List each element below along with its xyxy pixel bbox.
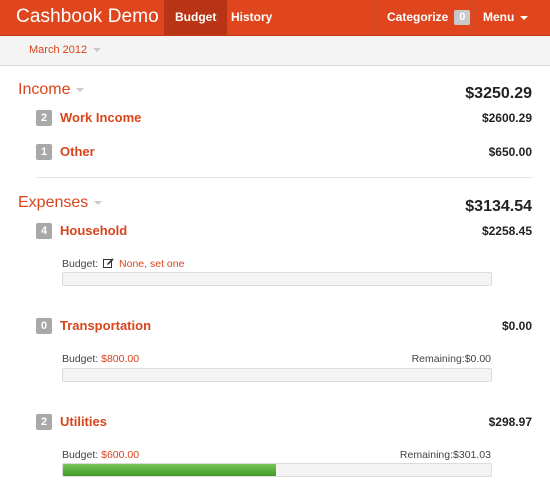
edit-icon[interactable] xyxy=(103,258,114,269)
categorize-count-badge: 0 xyxy=(454,10,471,26)
tab-budget[interactable]: Budget xyxy=(164,0,228,35)
category-count-badge: 4 xyxy=(36,223,52,239)
menu-label: Menu xyxy=(483,10,515,24)
section-divider xyxy=(36,177,533,178)
set-budget-link[interactable]: None, set one xyxy=(119,258,184,270)
budget-amount-link[interactable]: $600.00 xyxy=(101,449,139,461)
category-transportation[interactable]: Transportation xyxy=(60,318,151,333)
top-navbar: Cashbook Demo Budget History Categorize 0… xyxy=(0,0,550,36)
chevron-down-icon xyxy=(76,87,85,92)
category-count-badge: 2 xyxy=(36,414,52,430)
category-utilities[interactable]: Utilities xyxy=(60,414,107,429)
categorize-label: Categorize xyxy=(387,10,449,24)
category-count-badge: 0 xyxy=(36,318,52,334)
chevron-down-icon xyxy=(94,200,103,205)
remaining-line: Remaining:$301.03 xyxy=(400,449,491,461)
category-count-badge: 2 xyxy=(36,110,52,126)
chevron-down-icon xyxy=(520,15,529,20)
menu-dropdown[interactable]: Menu xyxy=(472,0,550,35)
category-amount: $298.97 xyxy=(488,415,532,429)
month-bar: March 2012 xyxy=(0,36,550,66)
budget-line: Budget: $600.00 xyxy=(62,449,139,461)
income-section-toggle[interactable]: Income xyxy=(18,81,85,99)
chevron-down-icon xyxy=(93,48,102,53)
expenses-title: Expenses xyxy=(18,194,89,211)
remaining-label: Remaining: xyxy=(399,449,454,461)
budget-line: Budget: None, set one xyxy=(62,258,184,270)
remaining-line: Remaining:$0.00 xyxy=(412,353,491,365)
income-title: Income xyxy=(18,81,71,98)
expenses-section-toggle[interactable]: Expenses xyxy=(18,194,103,212)
budget-progress-bar xyxy=(62,368,492,382)
categorize-button[interactable]: Categorize 0 xyxy=(376,0,480,35)
category-amount: $2258.45 xyxy=(481,224,532,238)
category-household[interactable]: Household xyxy=(60,223,127,238)
budget-label: Budget: xyxy=(62,449,99,461)
income-total: $3250.29 xyxy=(465,85,532,102)
remaining-value: $0.00 xyxy=(464,353,491,365)
budget-progress-bar xyxy=(62,463,492,477)
budget-progress-fill xyxy=(63,464,277,476)
month-selector[interactable]: March 2012 xyxy=(29,44,102,56)
budget-label: Budget: xyxy=(62,258,99,270)
category-amount: $650.00 xyxy=(488,145,532,159)
tab-history[interactable]: History xyxy=(220,0,283,35)
budget-progress-bar xyxy=(62,272,492,286)
budget-line: Budget: $800.00 xyxy=(62,353,139,365)
category-count-badge: 1 xyxy=(36,144,52,160)
category-amount: $2600.29 xyxy=(481,111,532,125)
remaining-value: $301.03 xyxy=(453,449,491,461)
category-other[interactable]: Other xyxy=(60,144,95,159)
remaining-label: Remaining: xyxy=(411,353,465,365)
category-work-income[interactable]: Work Income xyxy=(60,110,141,125)
budget-amount-link[interactable]: $800.00 xyxy=(101,353,139,365)
category-amount: $0.00 xyxy=(501,319,532,333)
month-label: March 2012 xyxy=(29,44,88,56)
app-brand[interactable]: Cashbook Demo xyxy=(16,6,159,28)
expenses-total: $3134.54 xyxy=(465,198,532,215)
budget-label: Budget: xyxy=(62,353,99,365)
